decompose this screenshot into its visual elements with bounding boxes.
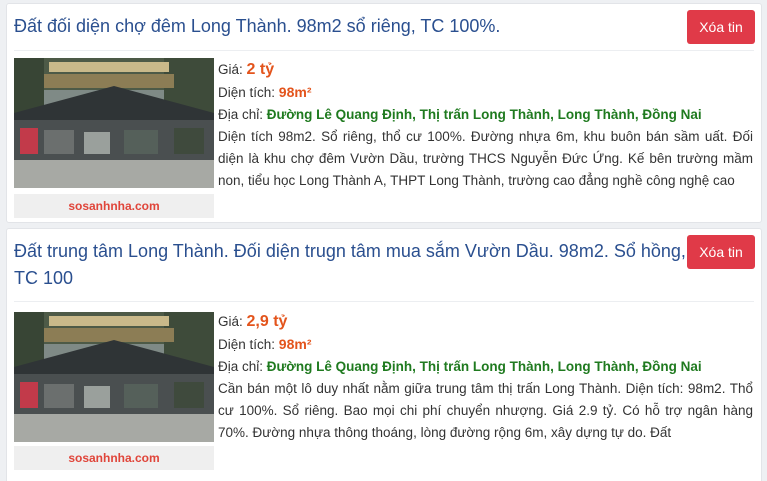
listing-description: Cần bán một lô duy nhất nằm giữa trung t… xyxy=(218,381,753,440)
listing-photo[interactable] xyxy=(14,58,214,188)
price-label: Giá: xyxy=(218,62,243,77)
price-label: Giá: xyxy=(218,314,243,329)
market-photo-image xyxy=(14,58,214,188)
address-label: Địa chỉ: xyxy=(218,359,264,374)
watermark-label: sosanhnha.com xyxy=(14,194,214,218)
price-value: 2 tỷ xyxy=(246,61,275,78)
price-value: 2,9 tỷ xyxy=(246,313,288,330)
listing-description: Diện tích 98m2. Sổ riêng, thổ cư 100%. Đ… xyxy=(218,129,753,188)
price-row: Giá: 2,9 tỷ xyxy=(218,311,753,333)
listing-photo[interactable] xyxy=(14,312,214,442)
area-value: 98m² xyxy=(278,84,312,100)
delete-listing-button[interactable]: Xóa tin xyxy=(687,10,755,44)
listing-title[interactable]: Đất trung tâm Long Thành. Đối diện trugn… xyxy=(14,238,686,292)
area-value: 98m² xyxy=(278,336,312,352)
listing-info: Giá: 2 tỷ Diện tích: 98m² Địa chỉ: Đường… xyxy=(218,59,753,192)
divider xyxy=(14,301,754,302)
listing-card: Đất đối diện chợ đêm Long Thành. 98m2 sổ… xyxy=(6,3,762,223)
address-value[interactable]: Đường Lê Quang Định, Thị trấn Long Thành… xyxy=(267,359,702,374)
market-photo-image xyxy=(14,312,214,442)
delete-listing-button[interactable]: Xóa tin xyxy=(687,235,755,269)
watermark-label: sosanhnha.com xyxy=(14,446,214,470)
address-label: Địa chỉ: xyxy=(218,107,264,122)
address-row: Địa chỉ: Đường Lê Quang Định, Thị trấn L… xyxy=(218,104,753,126)
divider xyxy=(14,50,754,51)
area-row: Diện tích: 98m² xyxy=(218,81,753,104)
area-label: Diện tích: xyxy=(218,337,276,352)
listing-info: Giá: 2,9 tỷ Diện tích: 98m² Địa chỉ: Đườ… xyxy=(218,311,753,444)
area-label: Diện tích: xyxy=(218,85,276,100)
listing-card: Đất trung tâm Long Thành. Đối diện trugn… xyxy=(6,228,762,481)
address-row: Địa chỉ: Đường Lê Quang Định, Thị trấn L… xyxy=(218,356,753,378)
listing-title[interactable]: Đất đối diện chợ đêm Long Thành. 98m2 sổ… xyxy=(14,13,686,40)
price-row: Giá: 2 tỷ xyxy=(218,59,753,81)
area-row: Diện tích: 98m² xyxy=(218,333,753,356)
address-value[interactable]: Đường Lê Quang Định, Thị trấn Long Thành… xyxy=(267,107,702,122)
